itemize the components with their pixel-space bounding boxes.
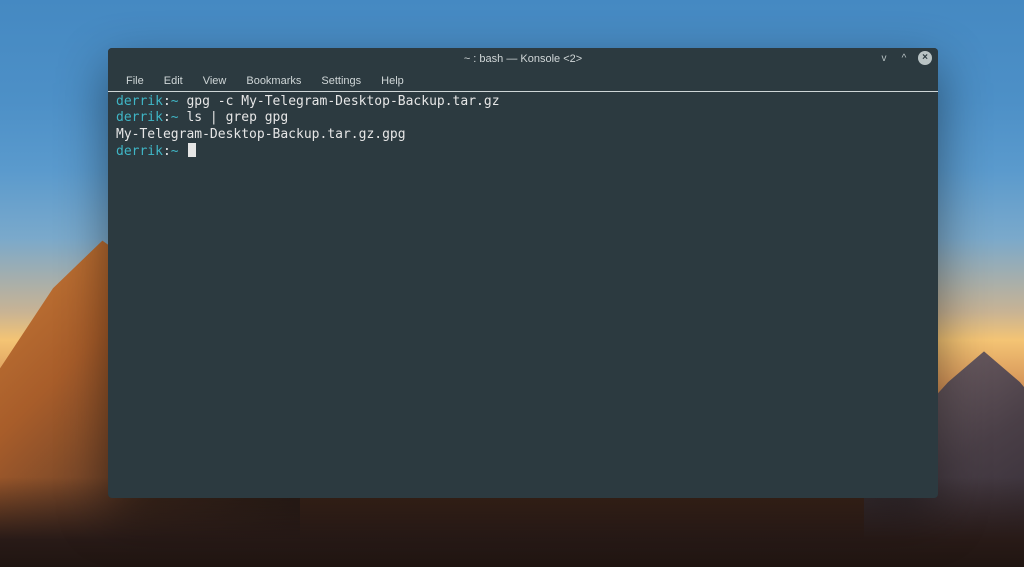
command-line-2: ls | grep gpg	[186, 110, 288, 125]
menu-view[interactable]: View	[195, 73, 235, 89]
terminal-window: ~ : bash — Konsole <2> v ^ × File Edit V…	[108, 48, 938, 498]
cursor-block	[188, 143, 196, 157]
prompt-cwd: ~	[171, 94, 179, 109]
close-button[interactable]: ×	[918, 51, 932, 65]
menu-help[interactable]: Help	[373, 73, 412, 89]
minimize-button[interactable]: v	[878, 52, 890, 64]
prompt-cwd: ~	[171, 144, 179, 159]
window-title: ~ : bash — Konsole <2>	[464, 53, 582, 65]
menu-file[interactable]: File	[118, 73, 152, 89]
prompt-sep: :	[163, 94, 171, 109]
output-line-1: My-Telegram-Desktop-Backup.tar.gz.gpg	[116, 127, 406, 142]
terminal-body[interactable]: derrik:~ gpg -c My-Telegram-Desktop-Back…	[108, 92, 938, 498]
prompt-sep: :	[163, 110, 171, 125]
prompt-cwd: ~	[171, 110, 179, 125]
menu-edit[interactable]: Edit	[156, 73, 191, 89]
window-controls: v ^ ×	[878, 51, 932, 65]
menu-bookmarks[interactable]: Bookmarks	[238, 73, 309, 89]
menu-settings[interactable]: Settings	[313, 73, 369, 89]
menubar: File Edit View Bookmarks Settings Help	[108, 70, 938, 92]
command-line-1: gpg -c My-Telegram-Desktop-Backup.tar.gz	[186, 94, 499, 109]
prompt-user: derrik	[116, 110, 163, 125]
prompt-user: derrik	[116, 144, 163, 159]
prompt-sep: :	[163, 144, 171, 159]
maximize-button[interactable]: ^	[898, 52, 910, 64]
prompt-user: derrik	[116, 94, 163, 109]
titlebar[interactable]: ~ : bash — Konsole <2> v ^ ×	[108, 48, 938, 70]
